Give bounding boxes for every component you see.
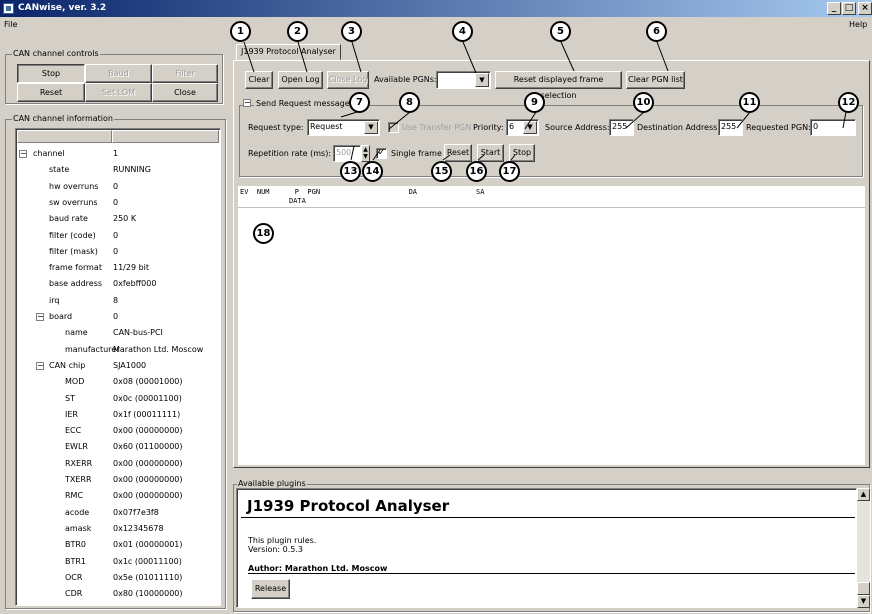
callout-9: 9 xyxy=(524,92,545,113)
callout-15: 15 xyxy=(431,161,452,182)
callout-5: 5 xyxy=(550,21,571,42)
callout-18: 18 xyxy=(253,223,274,244)
callout-6: 6 xyxy=(646,21,667,42)
callout-2: 2 xyxy=(287,21,308,42)
callout-13: 13 xyxy=(340,161,361,182)
callout-10: 10 xyxy=(633,92,654,113)
callout-8: 8 xyxy=(399,92,420,113)
callout-1: 1 xyxy=(230,21,251,42)
callout-11: 11 xyxy=(739,92,760,113)
callout-12: 12 xyxy=(838,92,859,113)
callout-4: 4 xyxy=(452,21,473,42)
callout-14: 14 xyxy=(362,161,383,182)
callout-16: 16 xyxy=(466,161,487,182)
callout-lines xyxy=(243,41,847,161)
callout-17: 17 xyxy=(499,161,520,182)
callout-7: 7 xyxy=(349,92,370,113)
callout-3: 3 xyxy=(341,21,362,42)
